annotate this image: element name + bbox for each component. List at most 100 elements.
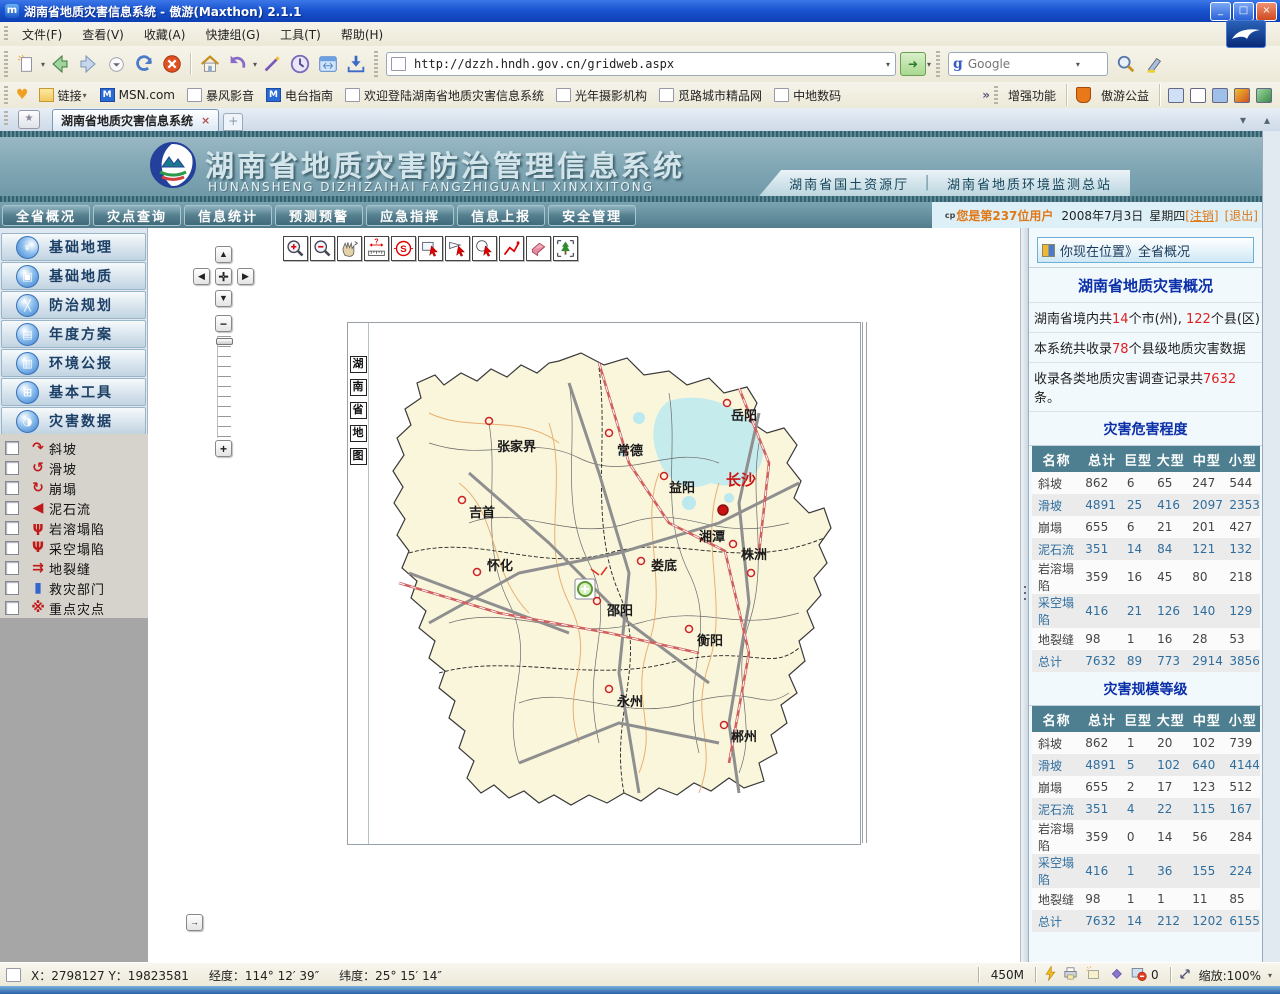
stop-button[interactable] <box>158 50 186 78</box>
resize-button[interactable] <box>1177 966 1193 985</box>
select-s-button[interactable]: S <box>391 236 416 261</box>
link-item[interactable]: 链接▾ <box>39 87 88 104</box>
nav-tab[interactable]: 信息统计 <box>184 205 272 226</box>
links-overflow-chevron[interactable]: » <box>982 88 990 102</box>
nav-tab[interactable]: 应急指挥 <box>366 205 454 226</box>
pan-up-button[interactable]: ▲ <box>215 246 232 263</box>
layer-checkbox[interactable] <box>5 521 19 535</box>
city-marker[interactable] <box>721 722 728 729</box>
layer-checkbox[interactable] <box>5 561 19 575</box>
city-marker[interactable] <box>661 473 668 480</box>
address-bar[interactable]: http://dzzh.hndh.gov.cn/gridweb.aspx ▾ <box>386 52 896 76</box>
logout-link[interactable]: [注销] <box>1185 207 1218 224</box>
zoom-out-button[interactable] <box>310 236 335 261</box>
menu-item[interactable]: 工具(T) <box>270 24 331 45</box>
city-marker[interactable] <box>686 626 693 633</box>
layer-row[interactable]: ⇉地裂缝 <box>0 558 148 578</box>
sidebar-section[interactable]: »基础地理 <box>1 233 146 261</box>
layer-checkbox[interactable] <box>5 441 19 455</box>
history-button[interactable] <box>286 50 314 78</box>
new-page-caret-icon[interactable]: ▾ <box>41 60 45 69</box>
refresh-button[interactable] <box>130 50 158 78</box>
nav-tab[interactable]: 信息上报 <box>457 205 545 226</box>
zoom-caret-icon[interactable]: ▾ <box>1268 971 1272 980</box>
window-manager-button[interactable] <box>314 50 342 78</box>
favorites-heart-icon[interactable]: ♥ <box>16 87 29 103</box>
tab-list-icon[interactable]: ▾ <box>1240 113 1246 127</box>
nav-tab[interactable]: 安全管理 <box>548 205 636 226</box>
user-icon[interactable] <box>1168 88 1184 103</box>
download-button[interactable] <box>342 50 370 78</box>
city-marker[interactable] <box>606 686 613 693</box>
org-link-land-resources[interactable]: 湖南省国土资源厅 <box>789 174 909 193</box>
enhance-features-link[interactable]: 增强功能 <box>1008 87 1056 104</box>
pan-center-button[interactable]: ✛ <box>215 268 232 285</box>
link-item[interactable]: 觅路城市精品网 <box>659 87 762 104</box>
back-button[interactable] <box>46 50 74 78</box>
hunan-province-map[interactable]: 张家界常德岳阳益阳长沙吉首湘潭株洲怀化娄底邵阳衡阳永州郴州 <box>369 323 858 841</box>
next-view-button[interactable]: → <box>186 914 203 931</box>
select-circle-button[interactable] <box>472 236 497 261</box>
zoom-slider-track[interactable] <box>217 336 231 438</box>
go-button[interactable]: ➜ <box>900 52 926 76</box>
zoom-slider-handle[interactable] <box>216 338 233 345</box>
breadcrumb[interactable]: 你现在位置》全省概况 <box>1037 237 1254 263</box>
link-item[interactable]: MMSN.com <box>100 87 175 104</box>
sidebar-section[interactable]: ▥环境公报 <box>1 349 146 377</box>
star-icon[interactable]: ★ <box>18 110 40 129</box>
boost-button[interactable] <box>1042 965 1059 985</box>
undo-button[interactable] <box>224 50 252 78</box>
zoom-slider-minus-button[interactable]: − <box>215 315 232 332</box>
measure-button[interactable]: ? <box>364 236 389 261</box>
sidebar-section[interactable]: ╳防治规划 <box>1 291 146 319</box>
new-tab-button[interactable]: + <box>223 113 243 131</box>
city-marker[interactable] <box>724 400 731 407</box>
layer-row[interactable]: ◀泥石流 <box>0 498 148 518</box>
pan-button[interactable] <box>337 236 362 261</box>
layer-row[interactable]: Ψ采空塌陷 <box>0 538 148 558</box>
tab-scroll-icon[interactable]: ▴ <box>1264 113 1270 127</box>
home-button[interactable] <box>196 50 224 78</box>
maxthon-logo[interactable] <box>1226 20 1266 48</box>
layer-row[interactable]: ▮救灾部门 <box>0 578 148 598</box>
close-button[interactable]: × <box>1256 2 1277 21</box>
city-marker[interactable] <box>748 570 755 577</box>
city-marker[interactable] <box>459 497 466 504</box>
notes-icon[interactable] <box>1212 88 1228 103</box>
minimize-button[interactable]: _ <box>1210 2 1231 21</box>
city-marker[interactable] <box>606 430 613 437</box>
city-marker[interactable] <box>474 569 481 576</box>
nav-tab[interactable]: 预测预警 <box>275 205 363 226</box>
select-rect-button[interactable] <box>418 236 443 261</box>
window-edge-scrollbar[interactable] <box>1262 131 1280 986</box>
layer-checkbox[interactable] <box>5 461 19 475</box>
brush-icon[interactable] <box>1234 88 1250 103</box>
nav-tab[interactable]: 全省概况 <box>2 205 90 226</box>
link-item[interactable]: 欢迎登陆湖南省地质灾害信息系统 <box>345 87 544 104</box>
sidebar-section[interactable]: ◑灾害数据 <box>1 407 146 435</box>
proxy-button[interactable] <box>1062 965 1079 985</box>
history-dropdown-button[interactable] <box>102 50 130 78</box>
search-button[interactable] <box>1112 50 1140 78</box>
link-item[interactable]: 中地数码 <box>774 87 841 104</box>
menu-item[interactable]: 帮助(H) <box>331 24 393 45</box>
security-shield-icon[interactable] <box>1076 87 1091 103</box>
menu-item[interactable]: 文件(F) <box>12 24 72 45</box>
exit-link[interactable]: [退出] <box>1225 207 1258 224</box>
link-item[interactable]: 暴风影音 <box>187 87 254 104</box>
forward-button[interactable] <box>74 50 102 78</box>
menu-item[interactable]: 查看(V) <box>72 24 134 45</box>
highlight-button[interactable] <box>1140 50 1168 78</box>
gesture-button[interactable] <box>1108 965 1125 985</box>
sidebar-section[interactable]: ▤年度方案 <box>1 320 146 348</box>
city-marker[interactable] <box>594 598 601 605</box>
link-item[interactable]: M电台指南 <box>266 87 333 104</box>
layer-checkbox[interactable] <box>5 541 19 555</box>
address-url[interactable]: http://dzzh.hndh.gov.cn/gridweb.aspx <box>414 57 885 71</box>
layer-checkbox[interactable] <box>5 581 19 595</box>
search-engine-caret-icon[interactable]: ▾ <box>1076 60 1080 69</box>
tab-close-icon[interactable]: × <box>201 114 210 127</box>
city-marker[interactable] <box>486 418 493 425</box>
layer-row[interactable]: ※重点灾点 <box>0 598 148 618</box>
org-link-monitoring-station[interactable]: 湖南省地质环境监测总站 <box>947 174 1112 193</box>
